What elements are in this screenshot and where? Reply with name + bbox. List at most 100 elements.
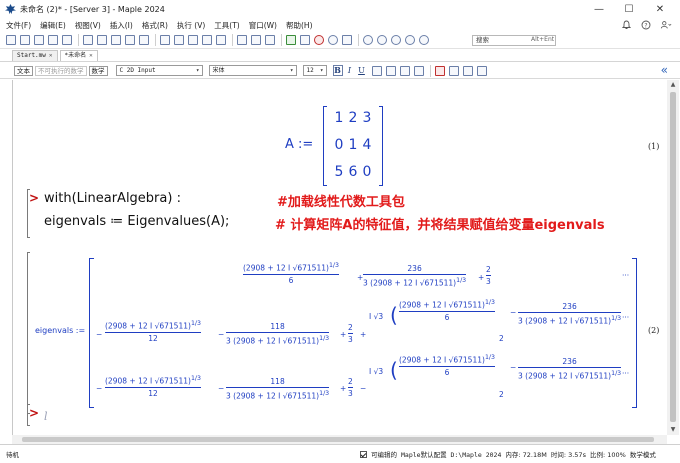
execute-all-icon[interactable] bbox=[300, 35, 310, 45]
new-icon[interactable] bbox=[6, 35, 16, 45]
underline-button[interactable]: U bbox=[357, 65, 367, 76]
nonexec-math-button[interactable]: 不可执行的数学 bbox=[35, 65, 87, 76]
two-thirds-fraction: 2 3 bbox=[486, 265, 491, 286]
bold-button[interactable]: B bbox=[332, 65, 343, 76]
zoom-reset-icon[interactable] bbox=[405, 35, 415, 45]
size-select-value: 12 bbox=[306, 67, 314, 74]
text-mode-icon[interactable] bbox=[160, 35, 170, 45]
menu-insert[interactable]: 插入(I) bbox=[110, 20, 133, 31]
scrollbar-thumb[interactable] bbox=[670, 92, 676, 422]
paste-icon[interactable] bbox=[111, 35, 121, 45]
vertical-scrollbar[interactable]: ▲ ▼ bbox=[667, 80, 679, 435]
svg-text:?: ? bbox=[644, 22, 647, 29]
outdent-icon[interactable] bbox=[476, 65, 487, 76]
fraction-term: 236 3 (2908 + 12 I √671511)1/3 bbox=[518, 357, 622, 381]
comment-load-package[interactable]: #加载线性代数工具包 bbox=[277, 191, 405, 210]
link-icon[interactable] bbox=[363, 35, 373, 45]
input-cursor[interactable]: l bbox=[44, 410, 48, 423]
plus-sign: + bbox=[478, 273, 485, 282]
collapse-panel-icon[interactable]: « bbox=[661, 64, 668, 76]
stop-icon[interactable] bbox=[314, 35, 324, 45]
horizontal-scrollbar[interactable] bbox=[12, 435, 667, 444]
user-icon[interactable] bbox=[660, 19, 672, 31]
menu-tools[interactable]: 工具(T) bbox=[214, 20, 239, 31]
menu-format[interactable]: 格式(R) bbox=[142, 20, 168, 31]
close-tab-icon[interactable]: ✕ bbox=[89, 51, 93, 61]
numerator: 236 bbox=[562, 357, 577, 366]
zoom-in-icon[interactable] bbox=[377, 35, 387, 45]
math-mode-icon[interactable] bbox=[174, 35, 184, 45]
document-tabs: Start.mw ✕ *未命名 ✕ bbox=[0, 49, 680, 62]
style-select[interactable]: C 2D Input ▾ bbox=[115, 65, 203, 76]
forward-icon[interactable] bbox=[265, 35, 275, 45]
close-tab-icon[interactable]: ✕ bbox=[49, 51, 53, 61]
maximize-button[interactable]: ☐ bbox=[614, 0, 644, 18]
help-topic-icon[interactable] bbox=[419, 35, 429, 45]
menu-edit[interactable]: 编辑(E) bbox=[40, 20, 66, 31]
italic-button[interactable]: I bbox=[345, 65, 355, 76]
menu-window[interactable]: 窗口(W) bbox=[249, 20, 277, 31]
result-group-bracket bbox=[27, 252, 30, 414]
save-icon[interactable] bbox=[48, 35, 58, 45]
indent-icon[interactable] bbox=[462, 65, 473, 76]
help-icon[interactable]: ? bbox=[640, 19, 652, 31]
copy-icon[interactable] bbox=[97, 35, 107, 45]
font-select[interactable]: 宋体 ▾ bbox=[208, 65, 297, 76]
insert-section-icon[interactable] bbox=[202, 35, 212, 45]
open-icon[interactable] bbox=[34, 35, 44, 45]
menu-view[interactable]: 视图(V) bbox=[75, 20, 101, 31]
close-button[interactable]: ✕ bbox=[645, 0, 675, 18]
scroll-down-icon[interactable]: ▼ bbox=[667, 425, 679, 435]
comment-compute-eigenvalues[interactable]: # 计算矩阵A的特征值，并将结果赋值给变量eigenvals bbox=[275, 214, 605, 233]
input-mode-readout: 数学模式 bbox=[629, 451, 656, 459]
command-eigenvalues[interactable]: eigenvals ≔ Eigenvalues(A); bbox=[44, 214, 229, 229]
exponent: 1/3 bbox=[190, 320, 201, 327]
fraction-bar bbox=[348, 387, 353, 388]
align-center-icon[interactable] bbox=[385, 65, 396, 76]
tab-untitled[interactable]: *未命名 ✕ bbox=[59, 50, 98, 61]
title-bar: 未命名 (2)* - [Server 3] - Maple 2024 bbox=[0, 0, 680, 18]
scroll-up-icon[interactable]: ▲ bbox=[667, 80, 679, 90]
menu-evaluate[interactable]: 执行 (V) bbox=[177, 20, 205, 31]
text-mode-button[interactable]: 文本 bbox=[14, 65, 33, 76]
restart-icon[interactable] bbox=[328, 35, 338, 45]
minus-sign: − bbox=[96, 384, 103, 393]
size-select[interactable]: 12 ▾ bbox=[302, 65, 327, 76]
print-icon[interactable] bbox=[62, 35, 72, 45]
status-bar: 待机 可编辑的 Maple默认配置 D:\Maple 2024 内存: 72.1… bbox=[0, 444, 680, 463]
two-thirds-fraction: 2 3 bbox=[348, 323, 353, 344]
redo-icon[interactable] bbox=[139, 35, 149, 45]
editable-checkbox[interactable] bbox=[360, 450, 367, 458]
tab-start[interactable]: Start.mw ✕ bbox=[12, 50, 58, 61]
result-left-bracket bbox=[89, 258, 94, 408]
bullet-list-icon[interactable] bbox=[413, 65, 424, 76]
highlight-icon[interactable] bbox=[448, 65, 459, 76]
cube-root-expression: (2908 + 12 I √671511) bbox=[105, 321, 191, 331]
home-icon[interactable] bbox=[251, 35, 261, 45]
denominator: 6 bbox=[288, 275, 294, 285]
cut-icon[interactable] bbox=[83, 35, 93, 45]
back-icon[interactable] bbox=[237, 35, 247, 45]
matrix-left-bracket bbox=[323, 106, 327, 186]
text-color-icon[interactable] bbox=[434, 65, 445, 76]
editable-label: 可编辑的 bbox=[371, 451, 397, 459]
menu-file[interactable]: 文件(F) bbox=[6, 20, 31, 31]
zoom-out-icon[interactable] bbox=[391, 35, 401, 45]
undo-icon[interactable] bbox=[125, 35, 135, 45]
prompt-icon[interactable] bbox=[188, 35, 198, 45]
bell-icon[interactable] bbox=[620, 19, 632, 31]
menu-help[interactable]: 帮助(H) bbox=[286, 20, 313, 31]
align-right-icon[interactable] bbox=[399, 65, 410, 76]
group-icon[interactable] bbox=[216, 35, 226, 45]
denominator: 12 bbox=[148, 333, 158, 343]
font-select-value: 宋体 bbox=[212, 67, 225, 74]
fraction-bar bbox=[363, 274, 467, 275]
debug-icon[interactable] bbox=[342, 35, 352, 45]
command-with-linearalgebra[interactable]: with(LinearAlgebra) : bbox=[44, 191, 181, 206]
minimize-button[interactable]: — bbox=[584, 0, 614, 18]
math-mode-button[interactable]: 数学 bbox=[88, 65, 108, 76]
execute-icon[interactable] bbox=[286, 35, 296, 45]
align-left-icon[interactable] bbox=[371, 65, 382, 76]
new-template-icon[interactable] bbox=[20, 35, 30, 45]
scrollbar-thumb[interactable] bbox=[22, 437, 654, 442]
